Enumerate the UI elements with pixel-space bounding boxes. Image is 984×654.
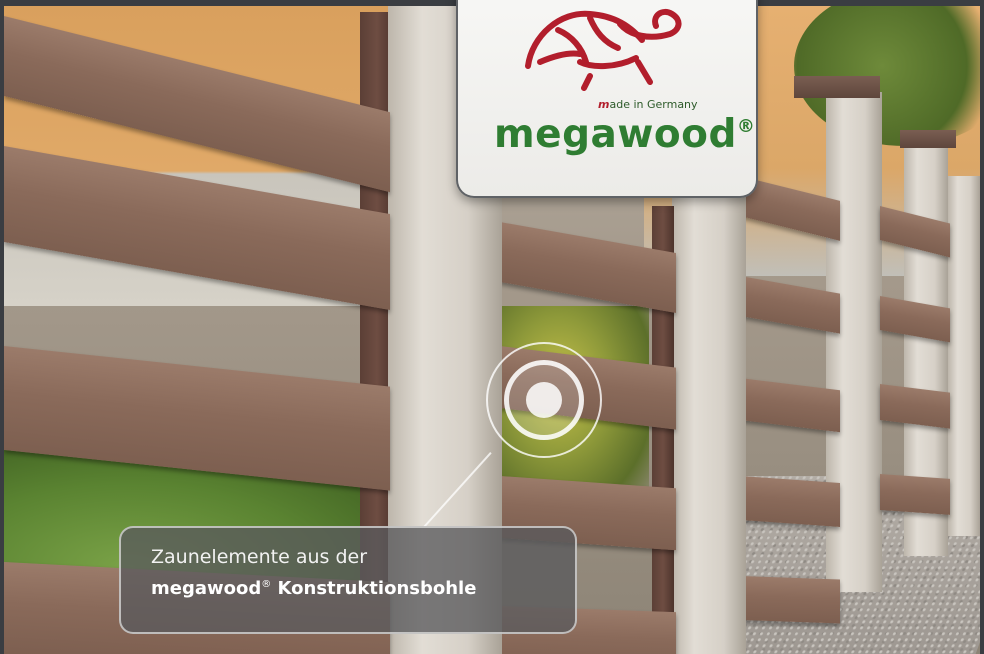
caption-line-2: megawood® Konstruktionsbohle <box>151 578 545 599</box>
fence-board <box>740 576 840 624</box>
brand-wordmark: megawood® <box>494 112 756 157</box>
caption-registered-mark: ® <box>261 579 272 590</box>
caption-line-1: Zaunelemente aus der <box>151 546 368 568</box>
fence-board <box>740 378 840 433</box>
caption-box: Zaunelemente aus der megawood® Konstrukt… <box>119 526 577 634</box>
fence-board <box>740 476 840 527</box>
fence-post <box>948 176 980 536</box>
fence-post <box>672 176 746 654</box>
fence-post-cap <box>794 76 880 98</box>
fence-board <box>880 474 950 515</box>
made-in-germany-text: made in Germany <box>598 98 698 111</box>
fence-post-cap <box>900 130 956 148</box>
logo-card: made in Germany megawood® <box>456 0 758 198</box>
turtle-logo-icon <box>525 8 682 91</box>
fence-board <box>740 276 840 334</box>
caption-brand: megawood <box>151 578 262 599</box>
hotspot-core <box>526 382 562 418</box>
caption-product: Konstruktionsbohle <box>271 578 477 599</box>
fence-board <box>880 384 950 429</box>
